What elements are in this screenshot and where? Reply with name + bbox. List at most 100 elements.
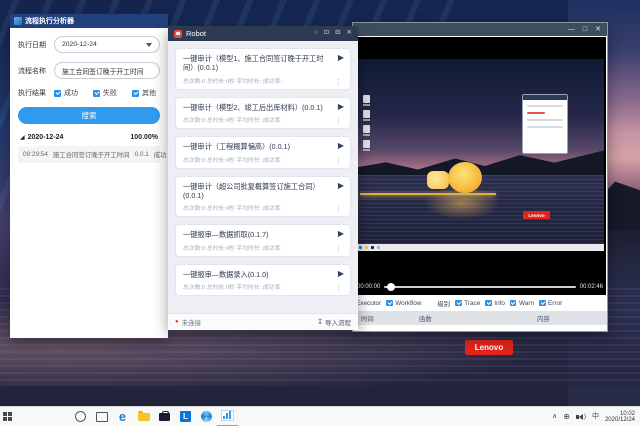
robot-titlebar[interactable]: Robot ○ ⊡ ⊟ ✕: [168, 26, 358, 41]
process-name-label: 流程名称: [18, 66, 54, 76]
process-card[interactable]: 一键审计（超公司批复概算签订施工合同）(0.0.1) 总次数:0 总时长:0秒 …: [175, 176, 351, 218]
l-tile-icon: L: [180, 411, 191, 422]
process-card[interactable]: 一键报审—数据录入(0.1.0) 总次数:0 总时长:0秒 平均时长: 成功率:…: [175, 264, 351, 297]
process-card[interactable]: 一键审计（模型1、施工合同签订晚于开工时间）(0.0.1) 总次数:0 总时长:…: [175, 48, 351, 90]
result-group-row[interactable]: ◢ 2020-12-24 100.00%: [18, 134, 160, 146]
level-label: 级别: [437, 299, 450, 308]
analyzer-app-icon: [14, 17, 22, 25]
time-current: 00:00:00: [357, 284, 380, 290]
checkbox-checked-icon[interactable]: [455, 300, 462, 307]
more-options-icon[interactable]: ⋮: [335, 118, 342, 125]
store-button[interactable]: [154, 407, 175, 426]
result-row[interactable]: 09:29:54 施工合同签订晚于开工时间 0.0.1 成功: [18, 146, 160, 163]
recording-taskbar: [356, 244, 604, 251]
video-frame-desktop-recording: Lenovo: [356, 59, 604, 251]
swirl-icon: [201, 411, 212, 422]
log-table-header: 时间 函数 内容: [353, 311, 607, 325]
seek-bar: 00:00:00 00:02:46: [357, 284, 603, 290]
checkbox-checked-icon[interactable]: [93, 90, 100, 97]
search-button[interactable]: 搜索: [18, 107, 160, 124]
start-button[interactable]: [0, 407, 14, 426]
network-icon[interactable]: ⊕: [563, 413, 570, 421]
seek-knob[interactable]: [387, 283, 395, 291]
time-total: 00:02:46: [580, 284, 603, 290]
filter-warn[interactable]: Warn: [510, 300, 534, 307]
edge-button[interactable]: e: [112, 407, 133, 426]
volume-icon[interactable]: ): [576, 414, 586, 420]
more-options-icon[interactable]: ⋮: [335, 285, 342, 292]
more-options-icon[interactable]: ⋮: [335, 158, 342, 165]
result-option-success[interactable]: 成功: [54, 88, 78, 98]
cortana-button[interactable]: [70, 407, 91, 426]
recording-lenovo-watermark: Lenovo: [523, 211, 550, 219]
pin-icon[interactable]: ⊡: [324, 30, 329, 37]
run-process-icon[interactable]: ▶: [338, 182, 344, 190]
robot-process-list: 一键审计（模型1、施工合同签订晚于开工时间）(0.0.1) 总次数:0 总时长:…: [168, 41, 358, 313]
recording-desktop-icons: [363, 95, 370, 148]
windows-logo-icon: [3, 412, 12, 421]
recording-popup-titlebar: [523, 95, 567, 100]
video-titlebar[interactable]: — □ ✕: [353, 23, 607, 36]
analyzer-titlebar[interactable]: 流程执行分析器: [10, 14, 168, 28]
minimize-icon[interactable]: ⊟: [335, 30, 340, 37]
chart-app-icon: [221, 410, 234, 421]
close-icon[interactable]: ✕: [347, 30, 352, 37]
checkbox-checked-icon[interactable]: [54, 90, 61, 97]
seek-track[interactable]: [384, 286, 575, 288]
taskbar-clock[interactable]: 10:02 2020/12/24: [605, 411, 635, 423]
checkbox-checked-icon[interactable]: [485, 300, 492, 307]
tray-chevron-icon[interactable]: ∧: [552, 413, 557, 420]
more-options-icon[interactable]: ⋮: [335, 79, 342, 86]
clock-date: 2020/12/24: [605, 417, 635, 423]
process-name-value: 施工合同签订晚于开工时间: [62, 66, 144, 76]
more-options-icon[interactable]: ⋮: [335, 206, 342, 213]
run-process-icon[interactable]: ▶: [338, 230, 344, 238]
recording-pier: [360, 193, 496, 195]
analyzer-app-button[interactable]: [217, 406, 238, 426]
more-options-icon[interactable]: ⋮: [335, 246, 342, 253]
execution-result-label: 执行结果: [18, 88, 54, 98]
checkbox-checked-icon[interactable]: [539, 300, 546, 307]
video-viewport[interactable]: Lenovo 00:00:00 00:02:46: [354, 37, 606, 295]
process-name-input[interactable]: 施工合同签订晚于开工时间: [54, 62, 160, 79]
execution-date-select[interactable]: 2020-12-24: [54, 36, 160, 53]
checkbox-checked-icon[interactable]: [386, 300, 393, 307]
file-explorer-button[interactable]: [133, 407, 154, 426]
process-card[interactable]: 一键审计（模型2、竣工后出库材料）(0.0.1) 总次数:0 总时长:0秒 平均…: [175, 97, 351, 130]
browser-app-button[interactable]: [196, 407, 217, 426]
execution-date-value: 2020-12-24: [62, 41, 97, 48]
log-filter-bar: Executor Workflow 级别 Trace Info Warn Er: [353, 295, 607, 311]
windows-taskbar: e L ∧ ⊕ ) 中 10:02 2020/12/2: [0, 406, 640, 426]
task-view-button[interactable]: [91, 407, 112, 426]
maximize-icon[interactable]: □: [583, 26, 587, 33]
checkbox-checked-icon[interactable]: [132, 90, 139, 97]
process-card[interactable]: 一键报审—数据抓取(0.1.7) 总次数:0 总时长:0秒 平均时长: 成功率:…: [175, 224, 351, 257]
task-view-icon: [96, 412, 108, 422]
result-option-failure[interactable]: 失败: [93, 88, 117, 98]
run-process-icon[interactable]: ▶: [338, 54, 344, 62]
robot-window: Robot ○ ⊡ ⊟ ✕ 一键审计（模型1、施工合同签订晚于开工时间）(0.0…: [168, 26, 358, 330]
run-process-icon[interactable]: ▶: [338, 103, 344, 111]
run-process-icon[interactable]: ▶: [338, 142, 344, 150]
import-process-button[interactable]: ↧ 导入流程: [317, 317, 351, 327]
filter-trace[interactable]: Trace: [455, 300, 480, 307]
result-option-other[interactable]: 其他: [132, 88, 156, 98]
run-process-icon[interactable]: ▶: [338, 270, 344, 278]
checkbox-checked-icon[interactable]: [510, 300, 517, 307]
import-icon: ↧: [317, 319, 323, 326]
filter-info[interactable]: Info: [485, 300, 505, 307]
result-row-status: 成功: [154, 150, 167, 159]
settings-icon[interactable]: ○: [314, 30, 318, 37]
input-method-indicator[interactable]: 中: [592, 413, 599, 420]
l-app-button[interactable]: L: [175, 407, 196, 426]
filter-workflow[interactable]: Workflow: [386, 300, 421, 307]
expand-icon[interactable]: ◢: [20, 135, 25, 141]
cortana-icon: [75, 411, 86, 422]
process-card[interactable]: 一键审计（工程概算偏高）(0.0.1) 总次数:0 总时长:0秒 平均时长: 成…: [175, 136, 351, 169]
filter-error[interactable]: Error: [539, 300, 562, 307]
minimize-icon[interactable]: —: [568, 26, 575, 33]
result-row-name: 施工合同签订晚于开工时间: [53, 150, 130, 159]
close-icon[interactable]: ✕: [595, 26, 601, 33]
recording-desktop-icon: [363, 95, 370, 103]
recording-popup-window: [522, 94, 568, 154]
